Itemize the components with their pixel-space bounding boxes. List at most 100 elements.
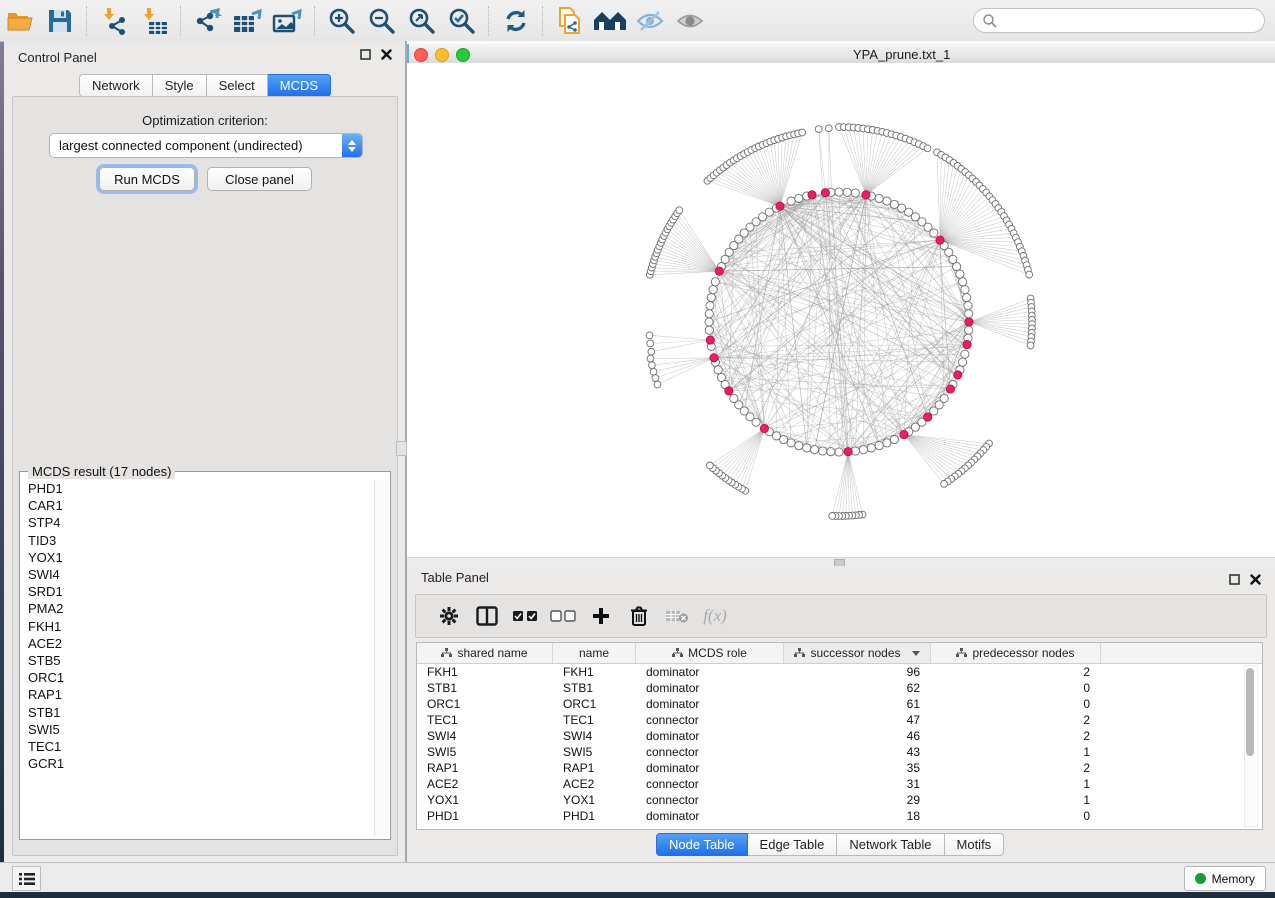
table-cell[interactable]: YOX1: [553, 793, 636, 807]
network-node[interactable]: [961, 350, 969, 358]
table-cell[interactable]: connector: [636, 777, 784, 791]
close-window-icon[interactable]: [414, 48, 428, 62]
deselect-all-icon[interactable]: [544, 599, 582, 633]
column-header-shared-name[interactable]: shared name: [417, 643, 553, 663]
network-node[interactable]: [707, 294, 715, 302]
table-cell[interactable]: 0: [931, 681, 1101, 695]
network-node[interactable]: [843, 188, 851, 196]
network-hub-node[interactable]: [963, 341, 971, 349]
network-node[interactable]: [714, 366, 722, 374]
export-network-icon[interactable]: [188, 4, 228, 38]
hide-eye-icon[interactable]: [630, 4, 670, 38]
network-leaf-node[interactable]: [829, 513, 836, 520]
table-cell[interactable]: 31: [784, 777, 931, 791]
network-node[interactable]: [835, 188, 843, 196]
list-item[interactable]: ACE2: [21, 635, 373, 652]
select-all-icon[interactable]: [506, 599, 544, 633]
network-node[interactable]: [961, 286, 969, 294]
table-cell[interactable]: PHD1: [553, 809, 636, 823]
zoom-out-icon[interactable]: [362, 4, 402, 38]
network-leaf-node[interactable]: [654, 381, 661, 388]
table-cell[interactable]: 96: [784, 665, 931, 679]
network-node[interactable]: [875, 194, 883, 202]
tab-edge-table[interactable]: Edge Table: [748, 833, 838, 856]
list-item[interactable]: ORC1: [21, 669, 373, 686]
network-canvas[interactable]: [407, 63, 1275, 557]
table-cell[interactable]: SWI5: [553, 745, 636, 759]
network-node[interactable]: [811, 446, 819, 454]
network-node[interactable]: [730, 394, 738, 402]
network-node[interactable]: [717, 373, 725, 381]
list-item[interactable]: FKH1: [21, 618, 373, 635]
table-cell[interactable]: 1: [931, 777, 1101, 791]
table-cell[interactable]: 18: [784, 809, 931, 823]
table-cell[interactable]: dominator: [636, 761, 784, 775]
table-cell[interactable]: RAP1: [417, 761, 553, 775]
maximize-window-icon[interactable]: [456, 48, 470, 62]
search-input[interactable]: [973, 8, 1265, 33]
zoom-fit-icon[interactable]: [402, 4, 442, 38]
table-cell[interactable]: 1: [931, 745, 1101, 759]
network-leaf-node[interactable]: [647, 355, 654, 362]
network-hub-node[interactable]: [808, 191, 816, 199]
tab-network-table[interactable]: Network Table: [837, 833, 944, 856]
table-row[interactable]: ACE2ACE2connector311: [417, 776, 1262, 792]
tab-node-table[interactable]: Node Table: [656, 833, 748, 856]
minimize-window-icon[interactable]: [435, 48, 449, 62]
table-cell[interactable]: SWI5: [417, 745, 553, 759]
network-node[interactable]: [705, 326, 713, 334]
table-cell[interactable]: 29: [784, 793, 931, 807]
scrollbar-thumb[interactable]: [1246, 668, 1254, 756]
network-node[interactable]: [890, 436, 898, 444]
network-leaf-node[interactable]: [825, 125, 832, 132]
network-node[interactable]: [965, 326, 973, 334]
tab-style[interactable]: Style: [153, 74, 207, 97]
close-icon[interactable]: [1250, 574, 1261, 585]
table-cell[interactable]: 2: [931, 713, 1101, 727]
close-panel-button[interactable]: Close panel: [207, 167, 312, 191]
list-item[interactable]: TEC1: [21, 738, 373, 755]
float-icon[interactable]: [360, 49, 371, 60]
network-hub-node[interactable]: [900, 431, 908, 439]
table-cell[interactable]: FKH1: [417, 665, 553, 679]
tab-mcds[interactable]: MCDS: [268, 74, 331, 97]
mcds-scrollbar[interactable]: [374, 480, 389, 836]
export-table-icon[interactable]: [228, 4, 268, 38]
table-row[interactable]: ORC1ORC1dominator610: [417, 696, 1262, 712]
refresh-icon[interactable]: [496, 4, 536, 38]
copy-network-icon[interactable]: [550, 4, 590, 38]
neighbors-icon[interactable]: [590, 4, 630, 38]
network-node[interactable]: [930, 229, 938, 237]
table-cell[interactable]: SWI4: [553, 729, 636, 743]
close-icon[interactable]: [381, 49, 392, 60]
network-node[interactable]: [956, 270, 964, 278]
network-node[interactable]: [859, 446, 867, 454]
table-row[interactable]: YOX1YOX1connector291: [417, 792, 1262, 808]
network-node[interactable]: [819, 447, 827, 455]
network-hub-node[interactable]: [924, 413, 932, 421]
network-hub-node[interactable]: [821, 189, 829, 197]
network-node[interactable]: [711, 278, 719, 286]
network-node[interactable]: [851, 189, 859, 197]
network-node[interactable]: [803, 444, 811, 452]
table-cell[interactable]: 0: [931, 809, 1101, 823]
criterion-dropdown[interactable]: largest connected component (undirected): [49, 133, 363, 158]
network-leaf-node[interactable]: [647, 340, 654, 347]
network-hub-node[interactable]: [946, 385, 954, 393]
network-node[interactable]: [835, 448, 843, 456]
network-hub-node[interactable]: [715, 267, 723, 275]
network-hub-node[interactable]: [776, 202, 784, 210]
list-item[interactable]: CAR1: [21, 497, 373, 514]
table-cell[interactable]: STB1: [417, 681, 553, 695]
save-icon[interactable]: [40, 4, 80, 38]
zoom-in-icon[interactable]: [322, 4, 362, 38]
network-hub-node[interactable]: [954, 371, 962, 379]
network-leaf-node[interactable]: [652, 375, 659, 382]
open-icon[interactable]: [0, 4, 40, 38]
table-cell[interactable]: 1: [931, 793, 1101, 807]
table-cell[interactable]: ORC1: [553, 697, 636, 711]
network-leaf-node[interactable]: [648, 348, 655, 355]
network-leaf-node[interactable]: [649, 362, 656, 369]
network-leaf-node[interactable]: [707, 462, 714, 469]
network-node[interactable]: [930, 407, 938, 415]
